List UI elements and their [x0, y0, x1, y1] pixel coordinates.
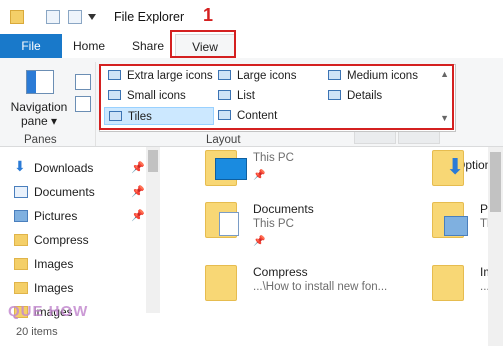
- folder-icon: [432, 265, 464, 301]
- documents-icon: [14, 186, 28, 198]
- nav-item-images-2[interactable]: Images: [14, 277, 73, 299]
- tab-home[interactable]: Home: [70, 34, 108, 58]
- pin-icon[interactable]: 📌: [253, 170, 265, 181]
- nav-item-images[interactable]: Images: [14, 253, 73, 275]
- layout-group-label: Layout: [206, 134, 241, 146]
- desktop-icon: [215, 158, 247, 180]
- preview-pane-icon[interactable]: [75, 74, 91, 90]
- download-arrow-icon: ⬇: [14, 158, 26, 174]
- nav-pane-scroll-thumb[interactable]: [148, 150, 158, 172]
- pin-icon[interactable]: 📌: [131, 181, 145, 203]
- navigation-pane-icon[interactable]: [26, 70, 54, 94]
- layout-highlight-box: [99, 64, 454, 130]
- folder-icon: [14, 234, 28, 246]
- nav-item-documents[interactable]: Documents 📌: [14, 181, 145, 203]
- picture-icon: [444, 216, 468, 236]
- properties-icon[interactable]: [46, 10, 60, 24]
- watermark-logo: QUE HOW: [8, 303, 89, 320]
- nav-item-pictures[interactable]: Pictures 📌: [14, 205, 145, 227]
- title-bar: File Explorer 1: [0, 0, 503, 34]
- nav-item-downloads[interactable]: ⬇ Downloads 📌: [14, 157, 145, 179]
- folder-icon: [14, 282, 28, 294]
- download-arrow-icon: ⬇: [446, 154, 465, 179]
- pictures-icon: [14, 210, 28, 222]
- pin-icon[interactable]: 📌: [253, 236, 265, 247]
- pin-icon[interactable]: 📌: [131, 205, 145, 227]
- window-title: File Explorer: [114, 10, 185, 24]
- new-folder-icon[interactable]: [68, 10, 82, 24]
- folder-icon[interactable]: [10, 10, 24, 24]
- navigation-pane-button[interactable]: Navigation pane ▾: [6, 100, 72, 128]
- document-page-icon: [219, 212, 239, 236]
- details-pane-icon[interactable]: [75, 96, 91, 112]
- folder-icon: [14, 258, 28, 270]
- customize-toolbar-icon[interactable]: [88, 14, 96, 20]
- nav-item-compress[interactable]: Compress: [14, 229, 89, 251]
- ribbon-divider: [95, 62, 96, 146]
- view-tab-highlight-box: [170, 30, 236, 58]
- ribbon-tab-bar: File Home Share View: [0, 34, 503, 59]
- folder-icon: [205, 265, 237, 301]
- step-number-annotation: 1: [203, 5, 214, 25]
- panes-group-label: Panes: [24, 134, 57, 146]
- pin-icon[interactable]: 📌: [131, 157, 145, 179]
- content-scroll-thumb[interactable]: [490, 152, 501, 212]
- tab-file[interactable]: File: [0, 34, 62, 58]
- tab-share[interactable]: Share: [128, 34, 168, 58]
